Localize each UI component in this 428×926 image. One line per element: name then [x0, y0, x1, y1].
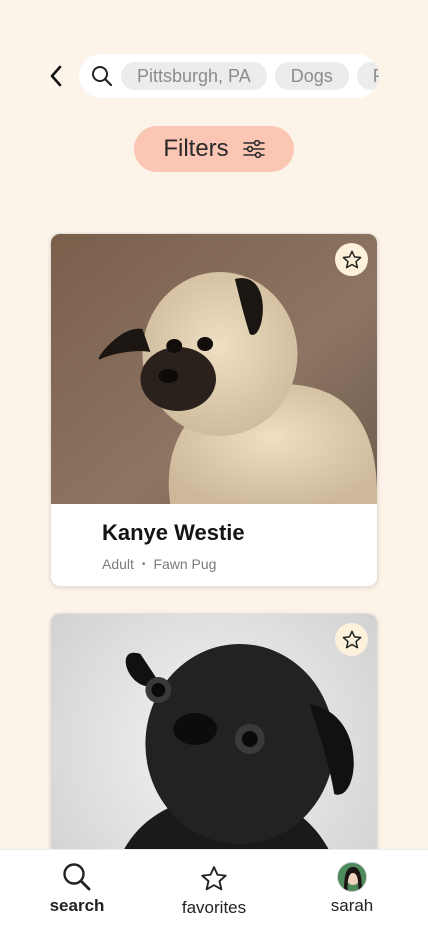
sliders-icon [242, 140, 265, 158]
chip-animal[interactable]: Dogs [274, 62, 349, 90]
back-button[interactable] [40, 60, 72, 92]
nav-profile[interactable]: sarah [324, 862, 380, 916]
star-icon [342, 250, 361, 268]
pet-breed: Fawn Pug [153, 556, 217, 572]
chip-location[interactable]: Pittsburgh, PA [121, 62, 267, 90]
search-bar[interactable]: Pittsburgh, PA Dogs Pug [79, 54, 379, 98]
bottom-nav: search favorites sarah [0, 849, 428, 926]
pet-photo [51, 234, 377, 504]
star-icon [201, 866, 227, 891]
filters-label: Filters [163, 135, 229, 162]
chevron-left-icon [50, 65, 62, 87]
chip-breed[interactable]: Pug [356, 62, 379, 90]
favorite-toggle[interactable] [335, 623, 368, 656]
separator-dot: • [141, 558, 146, 570]
star-icon [342, 630, 361, 648]
search-chips: Pittsburgh, PA Dogs Pug [121, 62, 379, 90]
pet-card[interactable]: Kanye Westie Adult • Fawn Pug [50, 233, 378, 587]
nav-search-label: search [49, 896, 105, 915]
search-icon [91, 65, 113, 87]
nav-favorites-label: favorites [181, 898, 247, 917]
nav-search[interactable]: search [50, 862, 104, 916]
filters-button[interactable]: Filters [134, 126, 294, 172]
pet-name: Kanye Westie [102, 520, 245, 545]
pet-age: Adult [102, 556, 134, 572]
nav-favorites[interactable]: favorites [180, 864, 248, 918]
pet-meta: Adult • Fawn Pug [102, 556, 377, 572]
nav-profile-label: sarah [330, 896, 374, 915]
favorite-toggle[interactable] [335, 243, 368, 276]
search-icon [63, 863, 91, 891]
avatar [337, 862, 367, 892]
